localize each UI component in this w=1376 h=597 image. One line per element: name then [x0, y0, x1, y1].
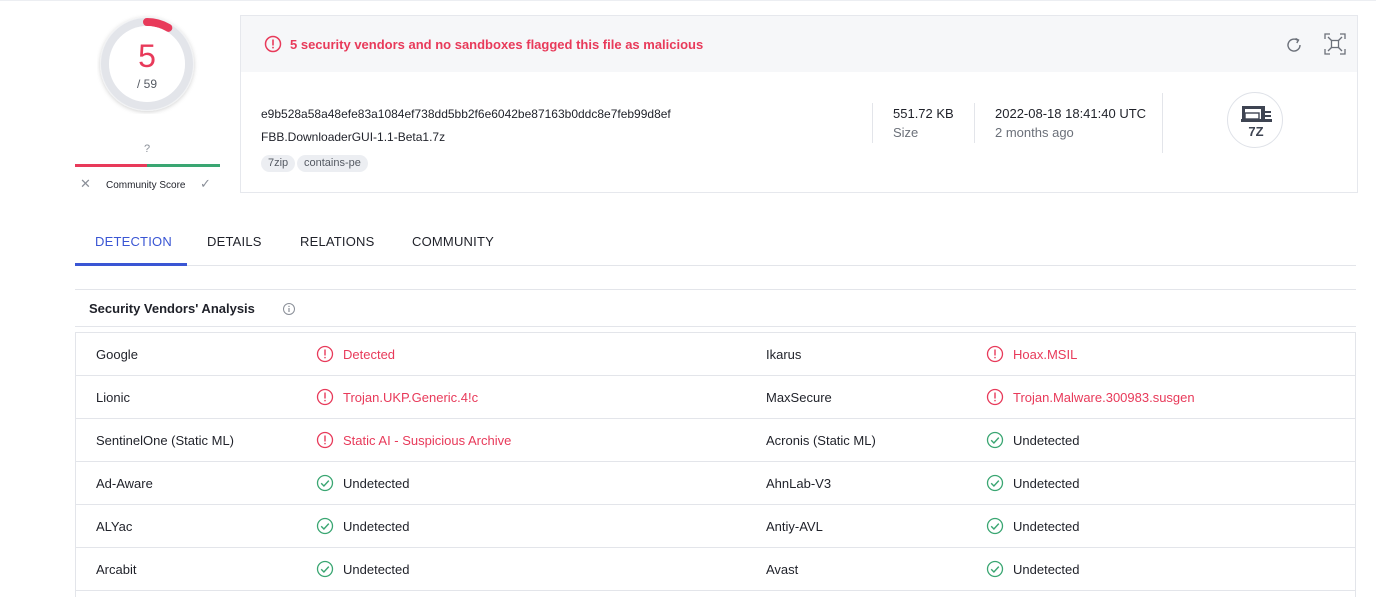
analysis-date-relative: 2 months ago [995, 125, 1074, 140]
check-circle-icon [986, 517, 1004, 535]
tab-relations[interactable]: RELATIONS [300, 224, 375, 266]
vendor-name: ALYac [96, 519, 133, 534]
tab-details[interactable]: DETAILS [207, 224, 262, 266]
table-row: SentinelOne (Static ML) Static AI - Suspi… [76, 419, 1355, 462]
divider [1162, 93, 1163, 153]
table-row: Arcabit Undetected Avast Undetected [76, 548, 1355, 591]
vendor-name: Lionic [96, 390, 130, 405]
downvote-icon[interactable]: ✕ [80, 176, 91, 192]
file-size-label: Size [893, 125, 919, 140]
vendor-name: Ad-Aware [96, 476, 153, 491]
check-circle-icon [986, 474, 1004, 492]
reanalyze-icon[interactable] [1284, 35, 1304, 55]
file-type-label: 7Z [1248, 124, 1263, 139]
vendor-name: Ikarus [766, 347, 802, 362]
community-score-label: Community Score [106, 180, 186, 191]
vendor-name: SentinelOne (Static ML) [96, 433, 235, 448]
table-row: Lionic Trojan.UKP.Generic.4!c MaxSecure Tro… [76, 376, 1355, 419]
detection-result: Hoax.MSIL [1013, 347, 1078, 362]
section-header: Security Vendors' Analysis [75, 289, 1356, 327]
vendor-name: Google [96, 347, 138, 362]
table-row: Google Detected Ikarus Hoax.MSIL [76, 333, 1355, 376]
check-circle-icon [986, 560, 1004, 578]
file-hash[interactable]: e9b528a58a48efe83a1084ef738dd5bb2f6e6042… [261, 107, 671, 121]
vendor-name: Avast [766, 562, 799, 577]
check-circle-icon [986, 431, 1004, 449]
detection-result: Trojan.Malware.300983.susgen [1013, 390, 1195, 405]
tag-contains-pe[interactable]: contains-pe [297, 155, 368, 172]
tab-detection[interactable]: DETECTION [75, 224, 187, 266]
alert-icon [264, 35, 282, 53]
alert-message: 5 security vendors and no sandboxes flag… [290, 37, 704, 52]
detection-result: Undetected [343, 562, 410, 577]
detection-result: Undetected [343, 476, 410, 491]
top-divider [0, 0, 1376, 1]
alert-icon [316, 345, 334, 363]
divider [872, 103, 873, 143]
vendor-name: Arcabit [96, 562, 137, 577]
file-type-badge: 7Z [1227, 92, 1283, 148]
detection-result: Undetected [1013, 433, 1080, 448]
similar-files-icon[interactable] [1323, 32, 1347, 56]
tag-7zip[interactable]: 7zip [261, 155, 296, 172]
file-info-card: 5 security vendors and no sandboxes flag… [240, 15, 1358, 193]
file-size-value: 551.72 KB [893, 106, 954, 121]
check-circle-icon [316, 517, 334, 535]
check-circle-icon [316, 474, 334, 492]
detection-result: Trojan.UKP.Generic.4!c [343, 390, 479, 405]
alert-icon [986, 388, 1004, 406]
detection-total: / 59 [136, 77, 157, 91]
detection-count: 5 [138, 38, 156, 74]
detection-alert: 5 security vendors and no sandboxes flag… [241, 16, 1357, 72]
detection-result: Undetected [343, 519, 410, 534]
vendor-name: AhnLab-V3 [766, 476, 832, 491]
divider [974, 103, 975, 143]
detection-score-gauge: 5 / 59 [97, 12, 199, 114]
detection-result: Undetected [1013, 476, 1080, 491]
vendor-name: Antiy-AVL [766, 519, 823, 534]
vendor-name: MaxSecure [766, 390, 832, 405]
detection-result: Undetected [1013, 562, 1080, 577]
detection-result: Static AI - Suspicious Archive [343, 433, 512, 448]
info-icon[interactable] [282, 302, 296, 316]
section-title: Security Vendors' Analysis [89, 301, 255, 316]
table-row: Ad-Aware Undetected AhnLab-V3 Undetected [76, 462, 1355, 505]
file-name: FBB.DownloaderGUI-1.1-Beta1.7z [261, 130, 446, 144]
detection-result: Detected [343, 347, 396, 362]
community-score-value: ? [143, 143, 151, 155]
tab-bar: DETECTION DETAILS RELATIONS COMMUNITY [75, 224, 1356, 266]
vendor-name: Acronis (Static ML) [766, 433, 876, 448]
community-score-bar [75, 164, 220, 167]
detection-result: Undetected [1013, 519, 1080, 534]
7z-archive-icon: 7Z [1241, 106, 1272, 139]
alert-icon [316, 431, 334, 449]
vendors-table: Google Detected Ikarus Hoax.MSIL Lionic Troja… [75, 332, 1356, 597]
check-circle-icon [316, 560, 334, 578]
alert-icon [986, 345, 1004, 363]
upvote-icon[interactable]: ✓ [200, 176, 211, 192]
tab-community[interactable]: COMMUNITY [412, 224, 494, 266]
analysis-date: 2022-08-18 18:41:40 UTC [995, 106, 1147, 121]
table-row: ALYac Undetected Antiy-AVL Undetected [76, 505, 1355, 548]
alert-icon [316, 388, 334, 406]
